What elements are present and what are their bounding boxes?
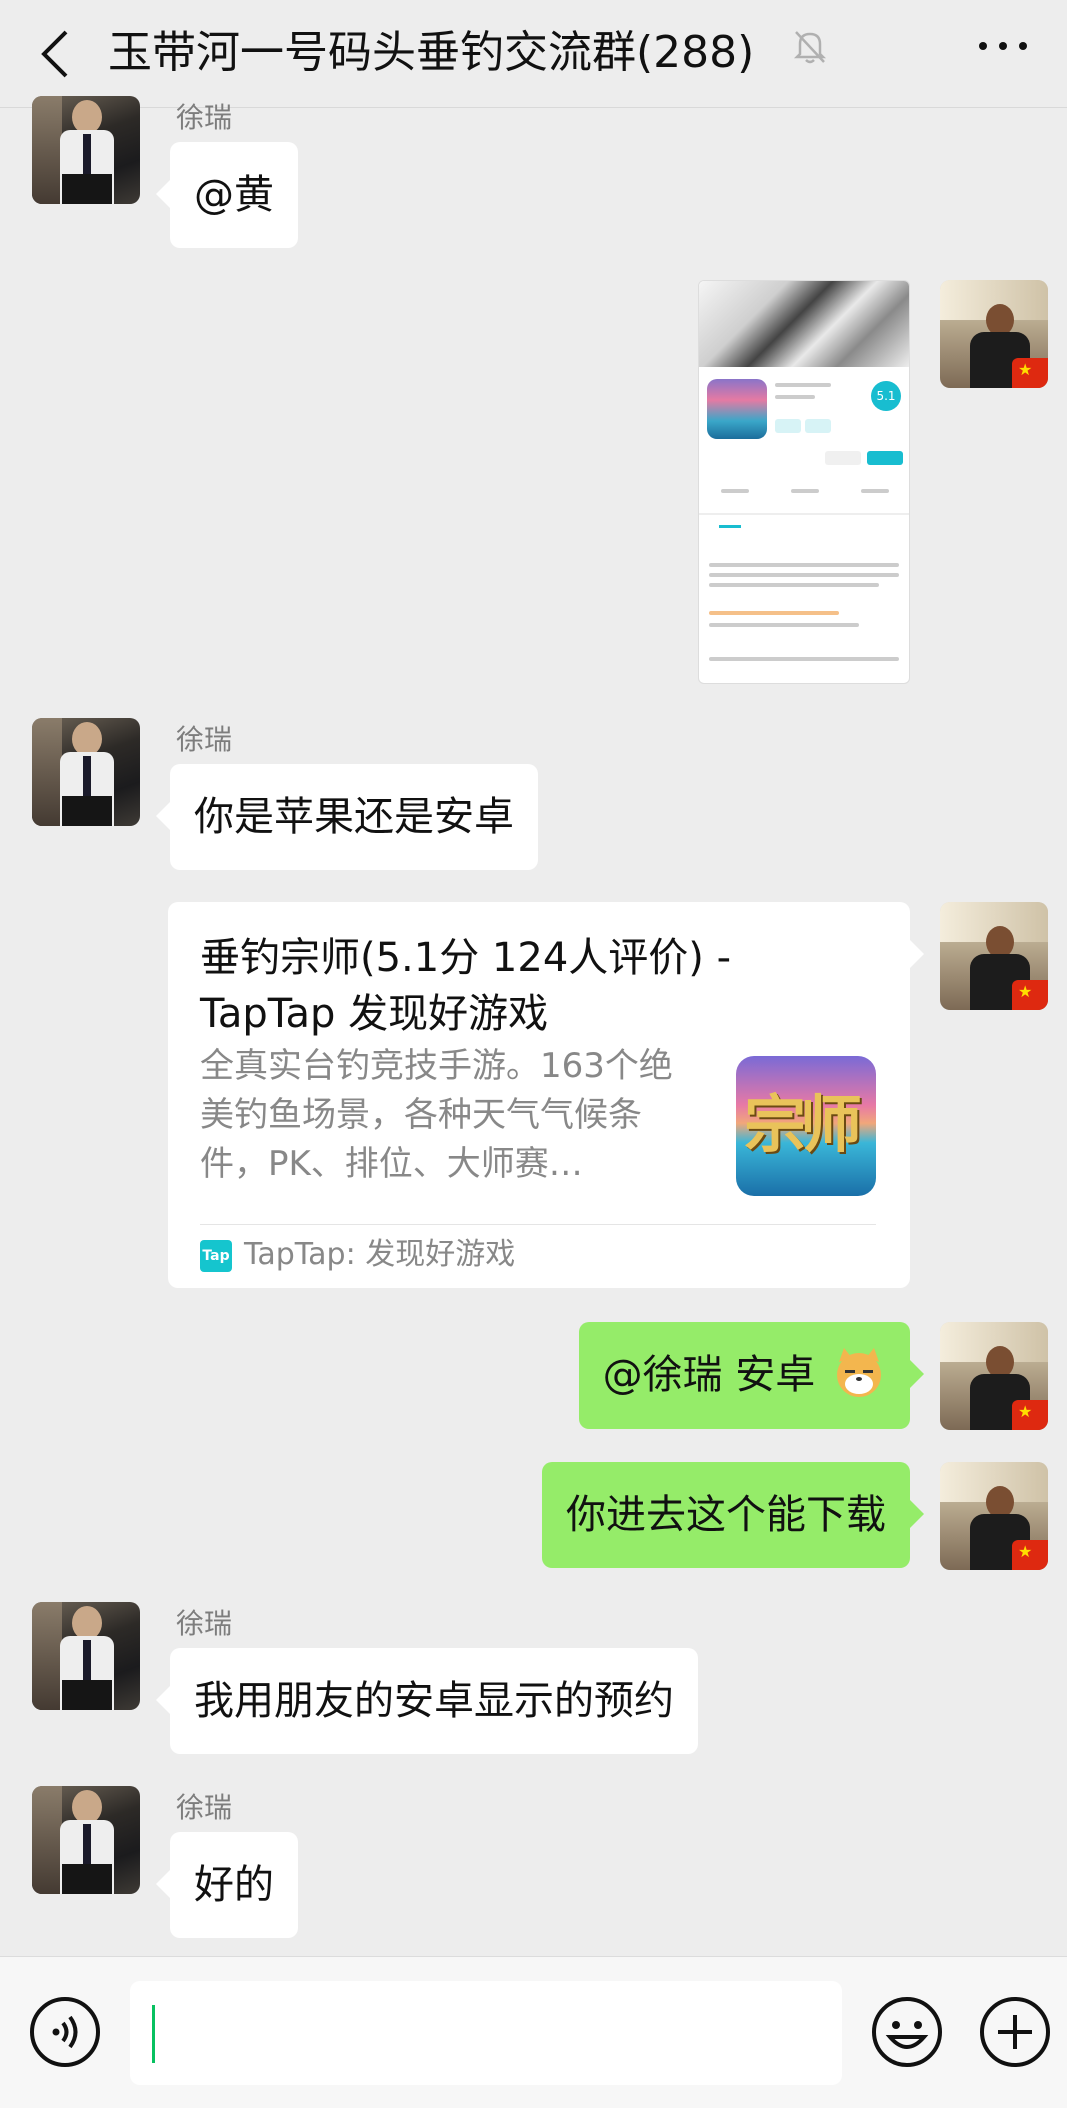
- sender-name: 徐瑞: [176, 1607, 233, 1640]
- rating-badge: 5.1: [871, 381, 901, 411]
- bell-off-icon: [793, 31, 827, 64]
- avatar[interactable]: [940, 1462, 1048, 1570]
- doge-emoji-icon: [837, 1348, 881, 1397]
- app-icon: 宗师: [736, 1056, 876, 1196]
- more-dots-icon[interactable]: [975, 36, 1031, 56]
- taptap-icon: Tap: [200, 1240, 232, 1272]
- sender-name: 徐瑞: [176, 101, 233, 134]
- message-text: @徐瑞 安卓: [602, 1352, 816, 1398]
- plus-icon[interactable]: [978, 1995, 1052, 2069]
- message-bubble[interactable]: 好的: [156, 1832, 298, 1938]
- message-bubble[interactable]: @徐瑞 安卓: [578, 1322, 925, 1429]
- message-bubble[interactable]: 我用朋友的安卓显示的预约: [156, 1648, 698, 1754]
- app-icon-text: 宗师: [744, 1088, 862, 1161]
- chat-title: 玉带河一号码头垂钓交流群(288): [108, 27, 755, 78]
- link-card-title: 垂钓宗师(5.1分 124人评价) - TapTap 发现好游戏: [200, 935, 732, 1037]
- chat-header: 玉带河一号码头垂钓交流群(288): [0, 0, 1067, 108]
- avatar[interactable]: [32, 1602, 140, 1710]
- avatar[interactable]: [940, 902, 1048, 1010]
- message-bubble[interactable]: 你进去这个能下载: [542, 1462, 924, 1568]
- chevron-left-icon[interactable]: [36, 26, 76, 82]
- sender-name: 徐瑞: [176, 1791, 233, 1824]
- avatar[interactable]: [940, 280, 1048, 388]
- avatar[interactable]: [32, 1786, 140, 1894]
- image-message[interactable]: 5.1: [698, 280, 910, 684]
- link-card-source: TapTap: 发现好游戏: [244, 1237, 516, 1272]
- avatar[interactable]: [32, 718, 140, 826]
- avatar[interactable]: [940, 1322, 1048, 1430]
- text-caret: [152, 2005, 155, 2063]
- sender-name: 徐瑞: [176, 723, 233, 756]
- message-text: 好的: [194, 1862, 274, 1908]
- message-bubble[interactable]: 你是苹果还是安卓: [156, 764, 538, 870]
- message-input[interactable]: [130, 1981, 842, 2085]
- message-text: @黄: [194, 172, 274, 218]
- divider: [200, 1224, 876, 1225]
- link-card[interactable]: 垂钓宗师(5.1分 124人评价) - TapTap 发现好游戏 全真实台钓竞技…: [168, 902, 924, 1288]
- message-text: 我用朋友的安卓显示的预约: [194, 1678, 674, 1724]
- message-bubble[interactable]: @黄: [156, 142, 298, 248]
- emoji-icon[interactable]: [870, 1995, 944, 2069]
- avatar[interactable]: [32, 96, 140, 204]
- voice-icon[interactable]: [28, 1995, 102, 2069]
- link-card-description: 全真实台钓竞技手游。163个绝美钓鱼场景，各种天气气候条件，PK、排位、大师赛…: [200, 1046, 673, 1184]
- input-bar: [0, 1956, 1067, 2108]
- message-text: 你进去这个能下载: [566, 1492, 886, 1538]
- message-text: 你是苹果还是安卓: [194, 794, 514, 840]
